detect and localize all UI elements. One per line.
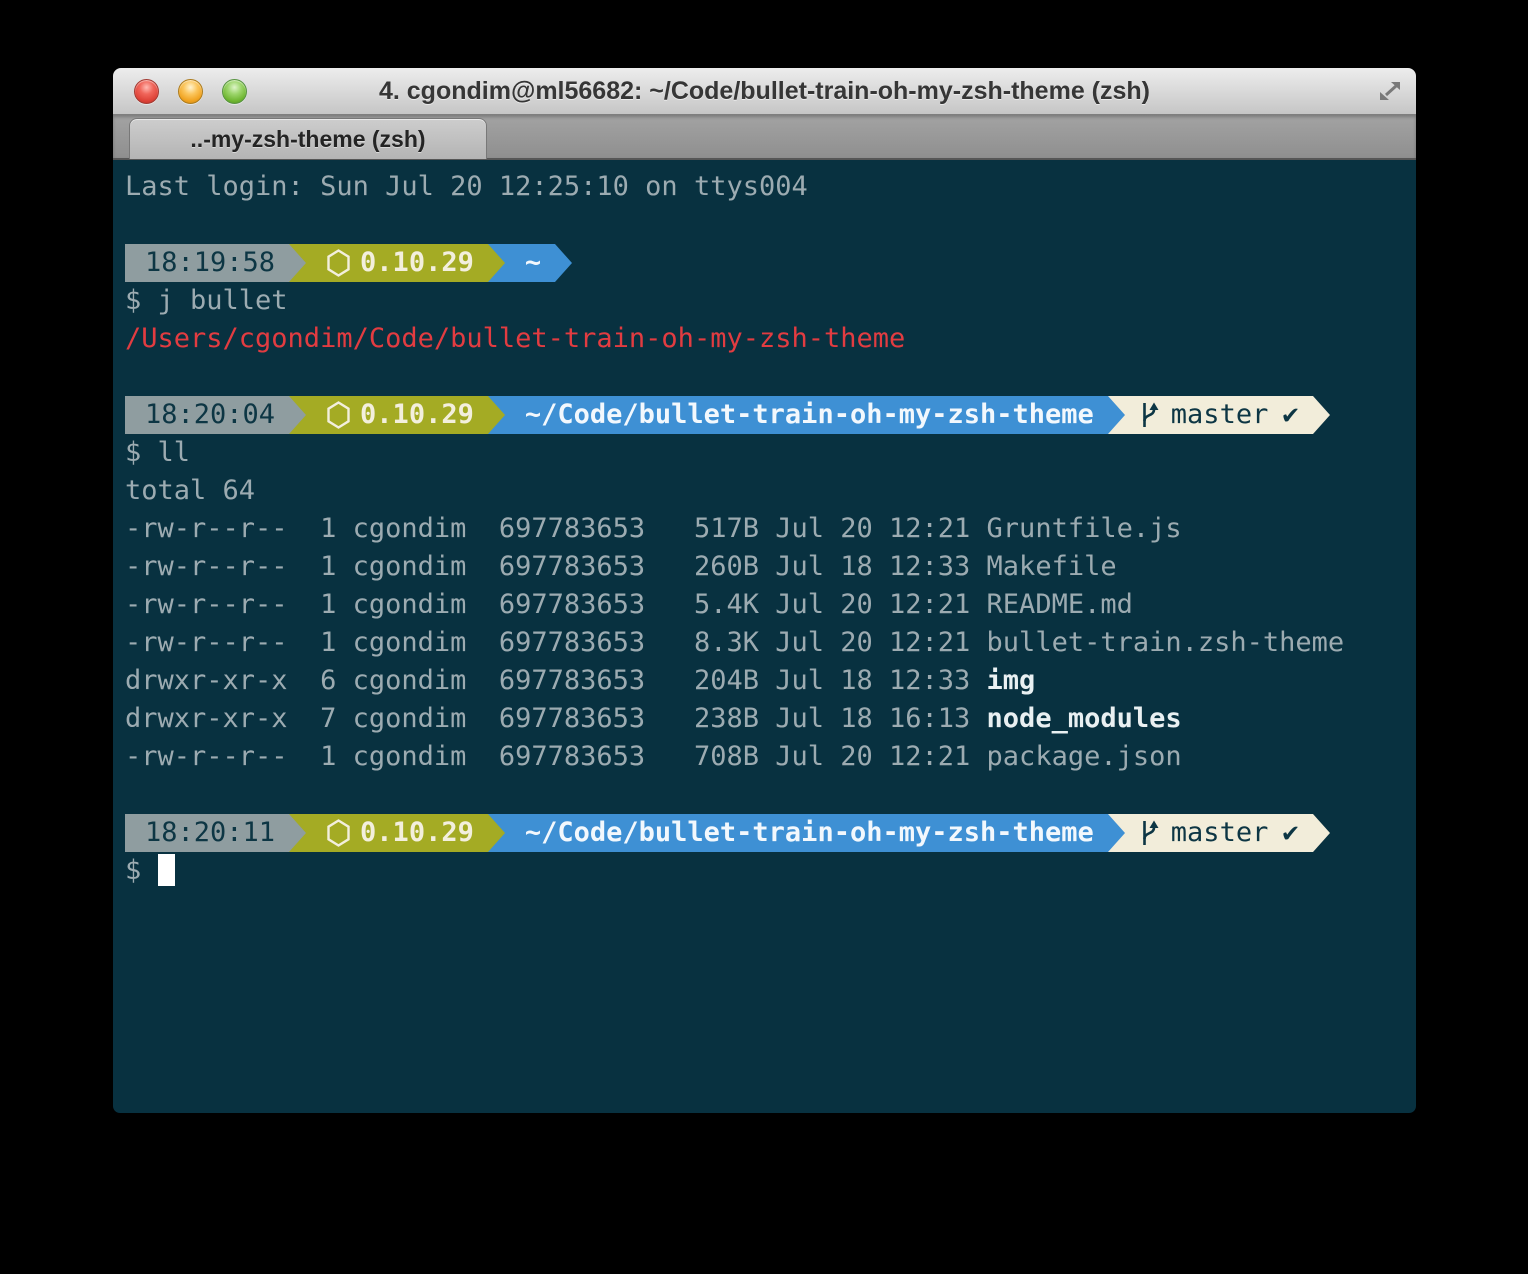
cursor-block [158,854,175,886]
hexagon-icon [326,819,351,847]
file-meta: -rw-r--r-- 1 cgondim 697783653 8.3K Jul … [125,627,987,658]
powerline-separator-icon [289,814,306,852]
file-name: package.json [987,741,1182,772]
file-row: -rw-r--r-- 1 cgondim 697783653 260B Jul … [125,548,1404,586]
prompt-time-segment: 18:19:58 [125,244,289,282]
file-name: Gruntfile.js [987,513,1182,544]
prompt-version-segment: 0.10.29 [306,814,488,852]
git-branch-icon [1139,400,1161,430]
terminal-text-line: Last login: Sun Jul 20 12:25:10 on ttys0… [125,168,1404,206]
powerline-separator-icon [1108,814,1125,852]
terminal-text-line: /Users/cgondim/Code/bullet-train-oh-my-z… [125,320,1404,358]
powerline-separator-icon [488,396,505,434]
file-name: node_modules [987,703,1182,734]
prompt-line: 18:19:58 0.10.29 ~ [125,244,1404,282]
hexagon-icon [326,249,351,277]
tab-label: ..-my-zsh-theme (zsh) [190,126,425,153]
terminal-text-line: total 64 [125,472,1404,510]
prompt-time-segment: 18:20:04 [125,396,289,434]
prompt-version-segment: 0.10.29 [306,244,488,282]
file-row: -rw-r--r-- 1 cgondim 697783653 708B Jul … [125,738,1404,776]
window-title: 4. cgondim@ml56682: ~/Code/bullet-train-… [113,68,1416,114]
file-row: -rw-r--r-- 1 cgondim 697783653 8.3K Jul … [125,624,1404,662]
check-icon: ✔ [1282,396,1298,434]
file-name: Makefile [987,551,1117,582]
file-name: README.md [987,589,1133,620]
powerline-separator-icon [289,396,306,434]
terminal-window: 4. cgondim@ml56682: ~/Code/bullet-train-… [113,68,1416,1113]
window-titlebar[interactable]: 4. cgondim@ml56682: ~/Code/bullet-train-… [113,68,1416,115]
terminal-content[interactable]: Last login: Sun Jul 20 12:25:10 on ttys0… [113,160,1416,1113]
hexagon-icon [326,401,351,429]
prompt-git-segment: master ✔ [1125,396,1313,434]
powerline-separator-icon [555,244,572,282]
check-icon: ✔ [1282,814,1298,852]
tab-zsh[interactable]: ..-my-zsh-theme (zsh) [129,118,487,159]
powerline-separator-icon [1313,814,1330,852]
file-row: drwxr-xr-x 6 cgondim 697783653 204B Jul … [125,662,1404,700]
prompt-version-segment: 0.10.29 [306,396,488,434]
prompt-line: 18:20:04 0.10.29 ~/Code/bullet-train-oh-my… [125,396,1404,434]
powerline-separator-icon [289,244,306,282]
git-branch-label: master [1171,396,1269,434]
terminal-text-line: $ ll [125,434,1404,472]
file-meta: drwxr-xr-x 6 cgondim 697783653 204B Jul … [125,665,987,696]
blank-line [125,358,1404,396]
git-branch-label: master [1171,814,1269,852]
tab-bar: ..-my-zsh-theme (zsh) [113,115,1416,160]
file-meta: -rw-r--r-- 1 cgondim 697783653 708B Jul … [125,741,987,772]
node-version-label: 0.10.29 [360,396,474,434]
terminal-text-line: $ j bullet [125,282,1404,320]
prompt-symbol: $ [125,855,158,886]
file-meta: drwxr-xr-x 7 cgondim 697783653 238B Jul … [125,703,987,734]
blank-line [125,206,1404,244]
file-name: bullet-train.zsh-theme [987,627,1345,658]
file-name: img [987,665,1036,696]
file-row: -rw-r--r-- 1 cgondim 697783653 517B Jul … [125,510,1404,548]
powerline-separator-icon [488,244,505,282]
git-branch-icon [1139,818,1161,848]
prompt-dir-segment: ~/Code/bullet-train-oh-my-zsh-theme [505,396,1108,434]
file-row: -rw-r--r-- 1 cgondim 697783653 5.4K Jul … [125,586,1404,624]
file-row: drwxr-xr-x 7 cgondim 697783653 238B Jul … [125,700,1404,738]
file-meta: -rw-r--r-- 1 cgondim 697783653 260B Jul … [125,551,987,582]
powerline-separator-icon [1313,396,1330,434]
prompt-time-segment: 18:20:11 [125,814,289,852]
command-input-line[interactable]: $ [125,852,1404,890]
powerline-separator-icon [488,814,505,852]
prompt-dir-segment: ~/Code/bullet-train-oh-my-zsh-theme [505,814,1108,852]
node-version-label: 0.10.29 [360,244,474,282]
fullscreen-icon[interactable] [1377,79,1403,103]
prompt-dir-segment: ~ [505,244,555,282]
node-version-label: 0.10.29 [360,814,474,852]
file-meta: -rw-r--r-- 1 cgondim 697783653 5.4K Jul … [125,589,987,620]
powerline-separator-icon [1108,396,1125,434]
file-meta: -rw-r--r-- 1 cgondim 697783653 517B Jul … [125,513,987,544]
prompt-git-segment: master ✔ [1125,814,1313,852]
blank-line [125,776,1404,814]
prompt-line: 18:20:11 0.10.29 ~/Code/bullet-train-oh-my… [125,814,1404,852]
